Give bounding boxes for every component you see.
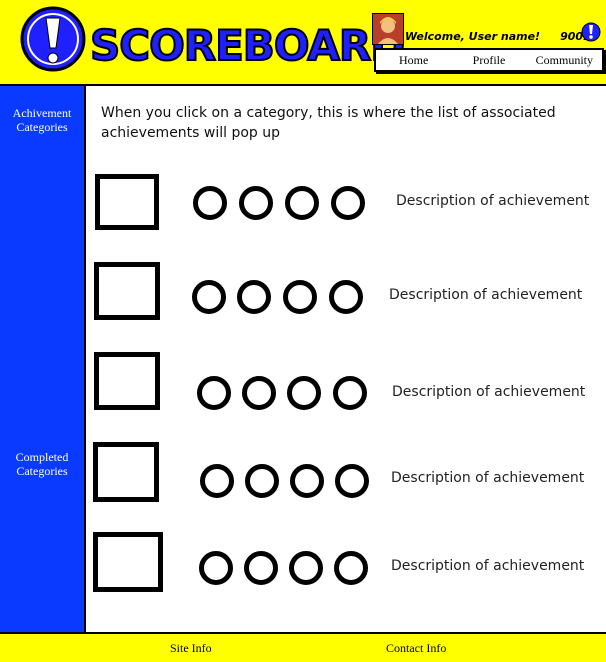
logo-text: SCOREBOARD [89,20,406,71]
achievement-row[interactable]: Description of achievement [88,262,606,332]
progress-dot [197,376,231,410]
footer-link-site-info[interactable]: Site Info [170,641,212,656]
progress-dot [237,280,271,314]
progress-dot [193,186,227,220]
progress-dot [245,464,279,498]
achievement-badge [93,532,163,592]
progress-dot [192,280,226,314]
progress-dot [287,376,321,410]
achievement-row[interactable]: Description of achievement [88,532,606,602]
nav-profile[interactable]: Profile [451,53,526,68]
welcome-text: Welcome, User name! [405,30,541,43]
main-nav: Home Profile Community [374,48,604,72]
achievement-row[interactable]: Description of achievement [88,352,606,422]
progress-dot [335,464,369,498]
alert-icon[interactable] [581,22,601,42]
progress-dot [242,376,276,410]
progress-dot [200,464,234,498]
progress-dot [331,186,365,220]
intro-text: When you click on a category, this is wh… [101,105,556,141]
logo-exclamation-icon [20,6,86,72]
achievement-row[interactable]: Description of achievement [88,174,606,244]
nav-community[interactable]: Community [527,53,602,68]
progress-dot [239,186,273,220]
progress-dot [199,551,233,585]
progress-dot [289,551,323,585]
achievement-description: Description of achievement [392,384,586,400]
progress-dot [290,464,324,498]
achievement-badge [93,442,159,502]
sidebar-item-achievement-categories[interactable]: Achivement Categories [0,106,84,134]
sidebar-item-completed-categories[interactable]: Completed Categories [0,450,84,478]
achievement-description: Description of achievement [389,287,583,303]
nav-home[interactable]: Home [376,53,451,68]
header: SCOREBOARD Welcome, User name! 9001 Home … [0,0,606,86]
achievement-badge [94,352,160,410]
progress-dot [334,551,368,585]
achievement-description: Description of achievement [391,558,585,574]
user-avatar[interactable] [372,13,404,45]
achievement-badge [94,262,160,320]
achievement-panel: When you click on a category, this is wh… [88,88,606,630]
achievement-row[interactable]: Description of achievement [88,442,606,512]
sidebar: Achivement Categories Completed Categori… [0,86,86,632]
progress-dot [329,280,363,314]
footer: Site Info Contact Info [0,632,606,662]
achievement-badge [95,174,159,230]
welcome-message: Welcome, User name! 9001 [405,30,591,44]
progress-dot [283,280,317,314]
achievement-description: Description of achievement [396,193,590,209]
progress-dot [244,551,278,585]
progress-dot [333,376,367,410]
footer-link-contact-info[interactable]: Contact Info [386,641,446,656]
progress-dot [285,186,319,220]
achievement-description: Description of achievement [391,470,585,486]
